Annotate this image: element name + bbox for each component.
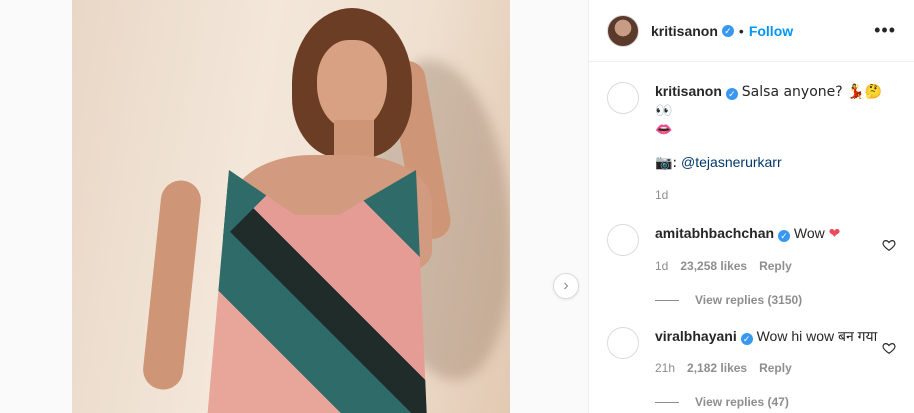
view-replies-label[interactable]: View replies (47) (695, 395, 789, 409)
comment: viralbhayani ✓ Wow hi wow बन गया 21h 2,18… (607, 307, 896, 377)
post-photo[interactable] (72, 0, 510, 413)
caption-text-2: 👄 (655, 122, 673, 138)
replies-divider (655, 299, 679, 301)
caption: kritisanon ✓ Salsa anyone? 💃🤔👀 👄 📷: @teja… (607, 62, 896, 204)
follow-button[interactable]: Follow (749, 23, 793, 39)
heart-icon[interactable] (882, 341, 896, 355)
comment-text: Wow (793, 225, 825, 241)
timestamp[interactable]: 21h (655, 359, 675, 377)
reply-button[interactable]: Reply (759, 257, 792, 275)
media-area: › (0, 0, 588, 413)
view-replies-button[interactable]: View replies (3150) (655, 293, 896, 307)
likes-count[interactable]: 2,182 likes (687, 359, 747, 377)
more-options-icon[interactable]: ••• (874, 20, 896, 41)
mention-link[interactable]: @tejasnerurkarr (681, 154, 782, 170)
comment-body: viralbhayani ✓ Wow hi wow बन गया 21h 2,18… (655, 327, 883, 377)
comment-body: amitabhbachchan ✓ Wow ❤ 1d 23,258 likes R… (655, 224, 883, 275)
camera-icon: 📷: (655, 155, 678, 171)
heart-emoji: ❤ (828, 226, 841, 242)
photo-face (317, 40, 387, 130)
timestamp[interactable]: 1d (655, 186, 668, 204)
verified-badge-icon: ✓ (725, 88, 738, 100)
view-replies-button[interactable]: View replies (47) (655, 395, 896, 409)
reply-button[interactable]: Reply (759, 359, 792, 377)
caption-credit: 📷: @tejasnerurkarr (655, 153, 883, 172)
caption-username[interactable]: kritisanon (655, 83, 722, 99)
verified-badge-icon: ✓ (740, 333, 753, 345)
post-header: kritisanon ✓ • Follow ••• (589, 0, 914, 62)
chevron-right-icon[interactable]: › (553, 273, 579, 299)
verified-badge-icon: ✓ (721, 24, 734, 37)
post-panel: kritisanon ✓ • Follow ••• kritisanon ✓ Sa… (588, 0, 914, 413)
caption-body: kritisanon ✓ Salsa anyone? 💃🤔👀 👄 📷: @teja… (655, 82, 883, 204)
author-username[interactable]: kritisanon (651, 23, 718, 39)
avatar[interactable] (607, 327, 639, 359)
comment-meta: 1d 23,258 likes Reply (655, 257, 883, 275)
replies-divider (655, 401, 679, 403)
photo-arm (141, 178, 203, 392)
avatar[interactable] (607, 14, 639, 47)
heart-icon[interactable] (882, 238, 896, 252)
timestamp[interactable]: 1d (655, 257, 668, 275)
comment: amitabhbachchan ✓ Wow ❤ 1d 23,258 likes R… (607, 204, 896, 275)
likes-count[interactable]: 23,258 likes (680, 257, 747, 275)
view-replies-label[interactable]: View replies (3150) (695, 293, 802, 307)
comment-text: Wow hi wow बन गया (756, 328, 878, 344)
separator-dot: • (738, 22, 744, 39)
avatar[interactable] (607, 224, 639, 256)
comment-username[interactable]: viralbhayani (655, 328, 737, 344)
caption-meta: 1d (655, 186, 883, 204)
verified-badge-icon: ✓ (778, 230, 791, 242)
avatar[interactable] (607, 82, 639, 114)
comment-meta: 21h 2,182 likes Reply (655, 359, 883, 377)
comments-list: kritisanon ✓ Salsa anyone? 💃🤔👀 👄 📷: @teja… (589, 62, 914, 409)
comment-username[interactable]: amitabhbachchan (655, 225, 774, 241)
